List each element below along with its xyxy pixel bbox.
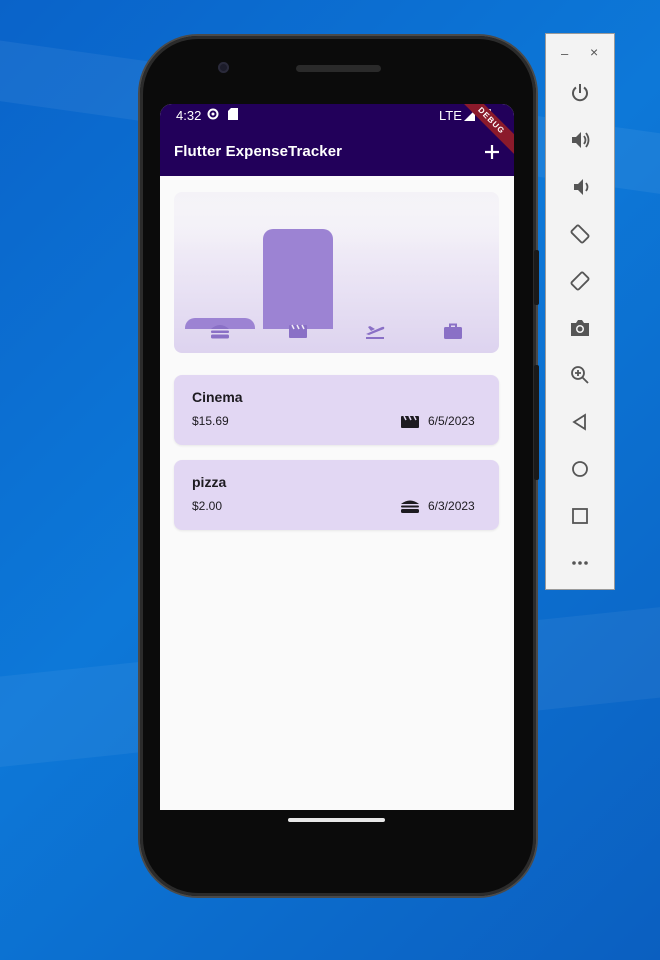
phone-screen: 4:32 LTE Flutter ExpenseTracker DEBUG Ci… <box>160 104 514 810</box>
rotate-right-icon[interactable] <box>569 270 591 292</box>
overview-icon[interactable] <box>569 505 591 527</box>
volume-down-icon[interactable] <box>569 176 591 198</box>
home-icon[interactable] <box>569 458 591 480</box>
minimize-button[interactable]: – <box>561 46 568 61</box>
flight-takeoff-icon <box>366 326 385 339</box>
expense-amount: $15.69 <box>192 414 229 428</box>
hamburger-icon <box>401 500 419 513</box>
front-camera <box>218 62 229 73</box>
more-icon[interactable] <box>569 552 591 574</box>
movie-clapper-icon <box>289 324 307 338</box>
phone-volume-key <box>534 365 539 480</box>
back-icon[interactable] <box>569 411 591 433</box>
app-bar: Flutter ExpenseTracker <box>160 128 514 176</box>
chart-bar <box>263 229 333 329</box>
zoom-icon[interactable] <box>569 364 591 386</box>
sd-card-icon <box>228 108 238 120</box>
gesture-home-bar[interactable] <box>288 818 385 822</box>
expense-amount: $2.00 <box>192 499 223 513</box>
volume-up-icon[interactable] <box>569 129 591 151</box>
network-type: LTE <box>439 108 462 123</box>
expense-title: Cinema <box>192 389 243 405</box>
app-title: Flutter ExpenseTracker <box>174 143 343 160</box>
expense-chart <box>174 192 499 353</box>
expense-date: 6/3/2023 <box>428 499 475 513</box>
add-expense-button[interactable] <box>481 141 503 163</box>
earpiece-speaker <box>296 65 381 72</box>
chart-bar-slot <box>418 217 488 329</box>
briefcase-icon <box>444 323 462 339</box>
expense-item[interactable]: pizza $2.00 6/3/2023 <box>174 460 499 530</box>
hamburger-icon <box>211 325 229 339</box>
status-time: 4:32 <box>176 108 202 123</box>
chart-bar-slot <box>340 217 410 329</box>
expense-date: 6/5/2023 <box>428 414 475 428</box>
rotate-left-icon[interactable] <box>569 223 591 245</box>
close-button[interactable]: × <box>590 44 598 60</box>
power-icon[interactable] <box>569 82 591 104</box>
camera-icon[interactable] <box>569 317 591 339</box>
status-bar: 4:32 LTE <box>160 104 514 128</box>
movie-clapper-icon <box>401 415 419 428</box>
chart-bar-slot <box>263 217 333 329</box>
emulator-toolbar: – × <box>545 33 615 590</box>
chart-bar-slot <box>185 217 255 329</box>
phone-power-key <box>534 250 539 305</box>
chart-bars <box>174 192 499 329</box>
expense-title: pizza <box>192 474 227 490</box>
settings-icon <box>207 108 219 120</box>
expense-item[interactable]: Cinema $15.69 6/5/2023 <box>174 375 499 445</box>
